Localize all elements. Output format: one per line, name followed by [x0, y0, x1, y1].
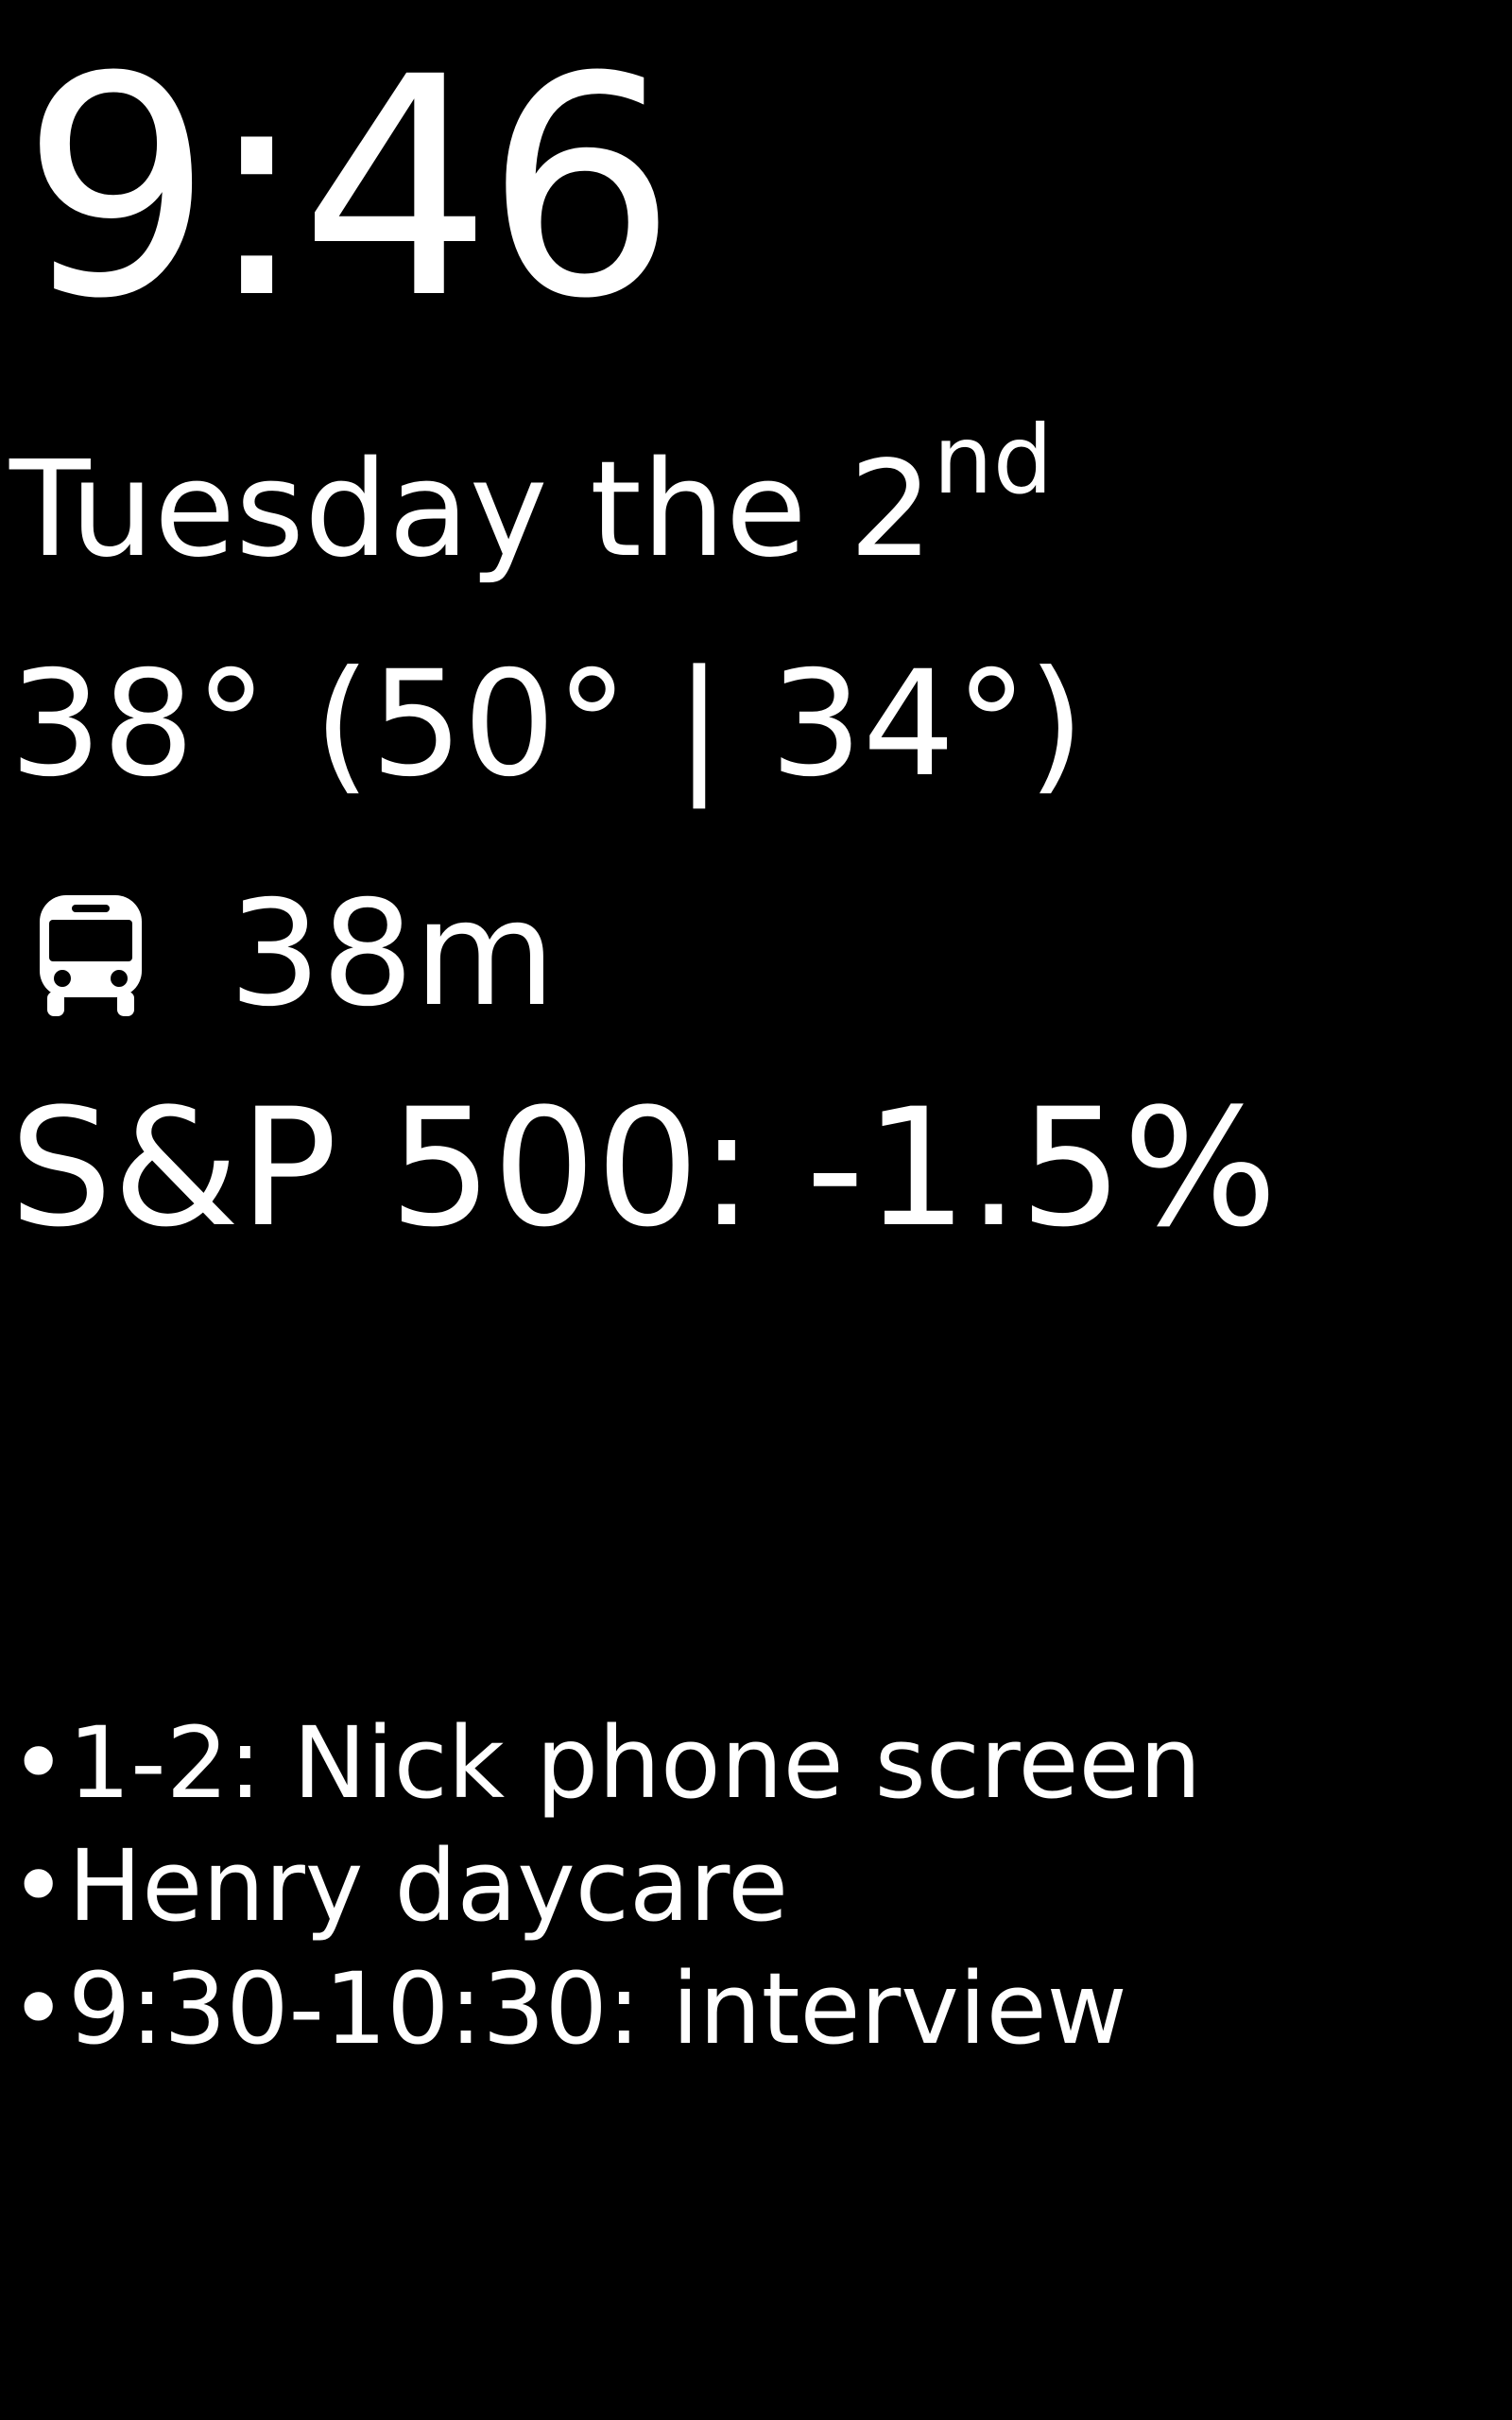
- event-text: Henry daycare: [68, 1828, 789, 1944]
- event-text: 9:30-10:30: interview: [68, 1951, 1127, 2066]
- bus-icon: [40, 895, 142, 1016]
- bullet: •: [9, 1951, 68, 2066]
- calendar-events-list: •1-2: Nick phone screen •Henry daycare •…: [9, 1702, 1201, 2070]
- weather-line: 38° (50° | 34°): [9, 640, 1085, 809]
- transit-eta: 38m: [229, 870, 556, 1039]
- date-line: Tuesday the 2nd: [9, 413, 1053, 577]
- list-item: •9:30-10:30: interview: [9, 1947, 1201, 2070]
- ambient-display: 9:46 Tuesday the 2nd 38° (50° | 34°) 38m…: [0, 0, 1512, 2420]
- event-text: 1-2: Nick phone screen: [68, 1705, 1202, 1821]
- list-item: •1-2: Nick phone screen: [9, 1702, 1201, 1824]
- list-item: •Henry daycare: [9, 1824, 1201, 1947]
- stock-index-line: S&P 500: -1.5%: [9, 1073, 1278, 1263]
- date-ordinal-suffix: nd: [933, 405, 1054, 516]
- date-text: Tuesday the 2: [9, 433, 934, 587]
- clock-time: 9:46: [21, 13, 678, 365]
- transit-line: 38m: [38, 879, 556, 1030]
- bullet: •: [9, 1828, 68, 1944]
- bullet: •: [9, 1705, 68, 1821]
